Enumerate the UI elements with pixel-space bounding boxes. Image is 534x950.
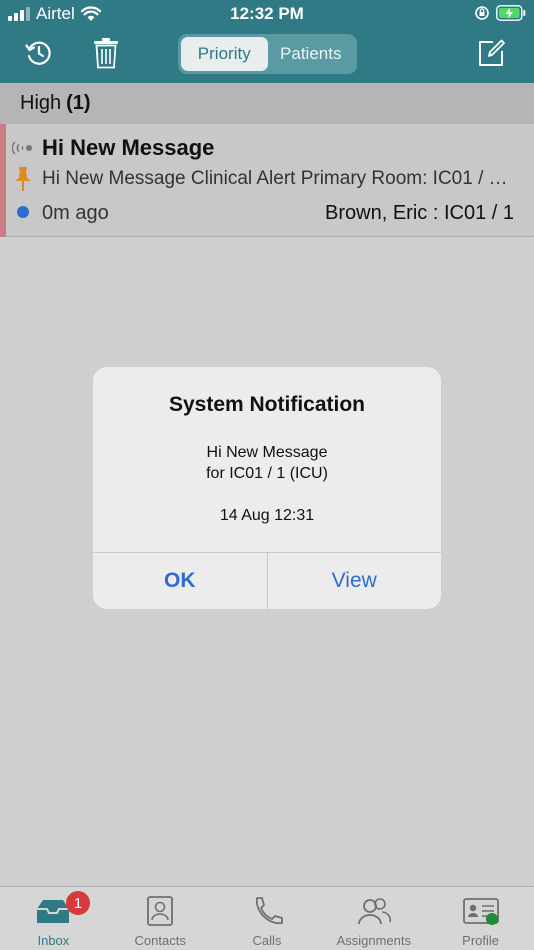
status-time: 12:32 PM [230,4,304,23]
inbox-badge: 1 [66,891,90,915]
tab-bar: 1 Inbox Contacts Calls Assignments Profi… [0,886,534,950]
message-time: 0m ago [42,202,109,224]
battery-charging-icon [496,5,526,21]
message-title: Hi New Message [42,135,215,160]
status-bar: Airtel 12:32 PM [0,0,534,28]
segment-patients[interactable]: Patients [268,37,355,71]
dialog-title: System Notification [168,393,366,416]
app-header: Airtel 12:32 PM Priority Patients [0,0,534,83]
trash-icon [94,38,118,69]
message-preview: Hi New Message Clinical Alert Primary Ro… [42,168,517,189]
history-icon [25,41,51,65]
history-button[interactable] [22,36,56,70]
tab-label: Assignments [336,933,411,948]
tab-inbox[interactable]: 1 Inbox [0,887,107,950]
pin-icon [15,167,31,191]
tab-label: Calls [252,933,282,948]
tab-label: Profile [462,933,500,948]
ok-button[interactable]: OK [93,553,268,609]
dialog-message-line1: Hi New Message [206,444,328,461]
message-row[interactable]: Hi New Message Hi New Message Clinical A… [0,124,534,237]
tab-contacts[interactable]: Contacts [107,887,214,950]
section-header-high: High (1) [0,83,534,124]
section-label: High [20,92,62,114]
priority-stripe [0,124,6,237]
tab-label: Contacts [134,933,186,948]
segment-priority[interactable]: Priority [181,37,268,71]
phone-icon [256,897,283,924]
view-segmented-control: Priority Patients [178,34,357,74]
tab-label: Inbox [37,933,70,948]
orientation-lock-icon [475,6,489,20]
system-notification-dialog: System Notification Hi New Message for I… [93,367,441,609]
tab-assignments[interactable]: Assignments [320,887,427,950]
dialog-buttons: OK View [93,552,441,609]
toolbar: Priority Patients [0,28,534,83]
broadcast-icon [12,141,32,155]
section-count: (1) [66,92,91,114]
compose-button[interactable] [474,36,508,70]
tab-calls[interactable]: Calls [214,887,321,950]
unread-indicator [17,206,29,218]
dialog-date: 14 Aug 12:31 [219,507,315,524]
tab-profile[interactable]: Profile [427,887,534,950]
status-right [474,5,526,21]
compose-icon [479,39,505,66]
view-button[interactable]: View [268,553,442,609]
delete-button[interactable] [89,36,123,70]
assignments-icon [357,898,391,925]
profile-icon [462,898,499,925]
message-patient: Brown, Eric : IC01 / 1 [325,202,514,224]
dialog-message-line2: for IC01 / 1 (ICU) [206,465,328,482]
online-status-indicator [485,913,498,925]
contacts-icon [147,896,174,926]
